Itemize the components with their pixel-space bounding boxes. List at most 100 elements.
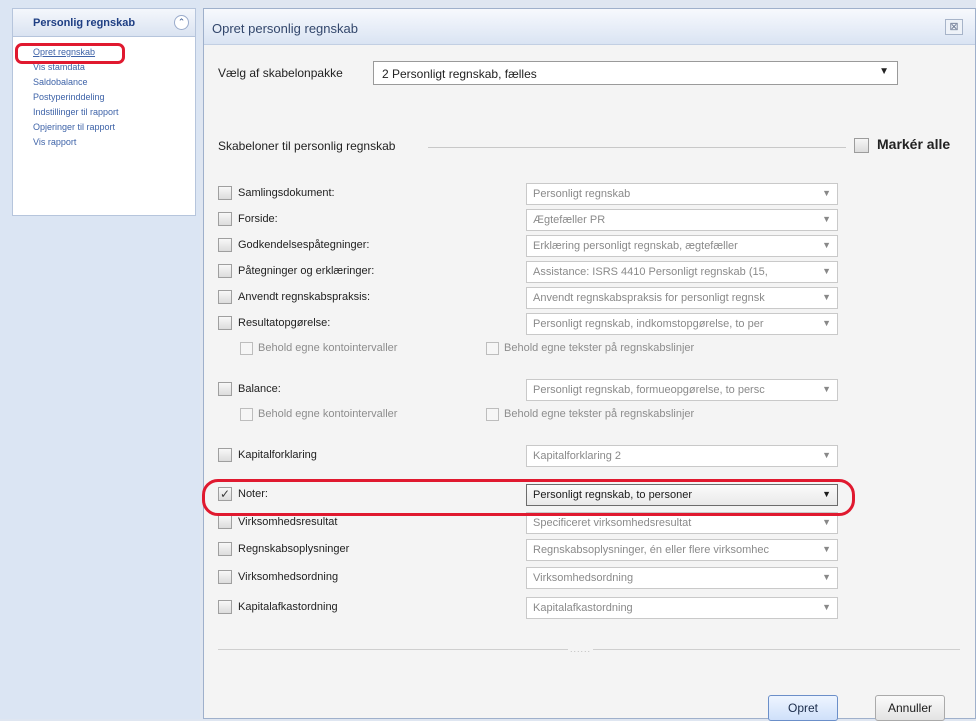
label-resultatopgoerelse: Resultatopgørelse: [238,317,331,329]
checkbox-godkendelsespaategninger[interactable] [218,238,232,252]
select-regnskabsoplysninger[interactable]: Regnskabsoplysninger, én eller flere vir… [526,539,838,561]
select-virksomhedsordning[interactable]: Virksomhedsordning ▼ [526,567,838,589]
label-balance: Balance: [238,383,281,395]
label-samlingsdokument: Samlingsdokument: [238,187,335,199]
separator-mark: ...... [568,644,594,654]
checkbox-resultatopgoerelse[interactable] [218,316,232,330]
template-row-kapitalafkastordning: Kapitalafkastordning Kapitalafkastordnin… [218,597,838,620]
dropdown-arrow-icon: ▼ [822,318,831,328]
cancel-button[interactable]: Annuller [875,695,945,721]
dialog-titlebar: Opret personlig regnskab ⊠ [204,9,975,45]
label-resultat-keep-texts: Behold egne tekster på regnskabslinjer [504,342,695,354]
label-virksomhedsordning: Virksomhedsordning [238,571,339,583]
label-balance-keep-intervals: Behold egne kontointervaller [258,408,398,420]
panel-header: Personlig regnskab ⌃ [13,9,195,37]
select-value: Personligt regnskab [533,188,631,200]
select-value: Erklæring personligt regnskab, ægtefælle… [533,240,738,252]
sidebar-item-vis-rapport[interactable]: Vis rapport [33,135,195,150]
checkbox-virksomhedsresultat[interactable] [218,515,232,529]
checkbox-kapitalforklaring[interactable] [218,448,232,462]
checkbox-resultat-keep-intervals[interactable] [240,342,253,355]
sidebar-item-indstillinger[interactable]: Indstillinger til rapport [33,105,195,120]
dropdown-arrow-icon: ▼ [822,450,831,460]
mark-all-checkbox[interactable] [854,138,869,153]
sidebar-item-opjeringer[interactable]: Opjeringer til rapport [33,120,195,135]
checkbox-samlingsdokument[interactable] [218,186,232,200]
label-forside: Forside: [238,213,278,225]
checkbox-balance-keep-texts[interactable] [486,408,499,421]
create-button[interactable]: Opret [768,695,838,721]
template-row-forside: Forside: Ægtefæller PR ▼ [218,209,838,232]
package-select[interactable]: 2 Personligt regnskab, fælles ▼ [373,61,898,85]
select-balance[interactable]: Personligt regnskab, formueopgørelse, to… [526,379,838,401]
collapse-chevron-icon[interactable]: ⌃ [174,15,189,30]
select-value: Virksomhedsordning [533,572,634,584]
dropdown-arrow-icon: ▼ [822,544,831,554]
label-paategninger: Påtegninger og erklæringer: [238,265,375,277]
select-samlingsdokument[interactable]: Personligt regnskab ▼ [526,183,838,205]
select-paategninger[interactable]: Assistance: ISRS 4410 Personligt regnska… [526,261,838,283]
label-balance-keep-texts: Behold egne tekster på regnskabslinjer [504,408,695,420]
section-label: Skabeloner til personlig regnskab [218,139,402,153]
select-kapitalforklaring[interactable]: Kapitalforklaring 2 ▼ [526,445,838,467]
package-label: Vælg af skabelonpakke [218,66,343,80]
label-regnskabsoplysninger: Regnskabsoplysninger [238,543,350,555]
panel-title: Personlig regnskab [33,17,136,29]
template-row-virksomhedsordning: Virksomhedsordning Virksomhedsordning ▼ [218,567,838,590]
dialog-title: Opret personlig regnskab [212,21,358,36]
label-virksomhedsresultat: Virksomhedsresultat [238,516,338,528]
select-value: Anvendt regnskabspraksis for personligt … [533,292,765,304]
mark-all-label: Markér alle [877,136,951,152]
select-value: Personligt regnskab, indkomstopgørelse, … [533,318,764,330]
dropdown-arrow-icon: ▼ [822,240,831,250]
checkbox-virksomhedsordning[interactable] [218,570,232,584]
package-value: 2 Personligt regnskab, fælles [382,67,537,81]
dropdown-arrow-icon: ▼ [822,188,831,198]
dropdown-arrow-icon: ▼ [822,292,831,302]
checkbox-forside[interactable] [218,212,232,226]
resultat-suboptions: Behold egne kontointervaller Behold egne… [240,340,840,360]
select-value: Specificeret virksomhedsresultat [533,517,692,529]
checkbox-kapitalafkastordning[interactable] [218,600,232,614]
select-value: Kapitalafkastordning [533,602,633,614]
template-row-godkendelsespaategninger: Godkendelsespåtegninger: Erklæring perso… [218,235,838,258]
dropdown-arrow-icon: ▼ [822,214,831,224]
section-divider [428,147,846,148]
templates-section-header: Skabeloner til personlig regnskab Markér… [218,136,968,159]
template-row-regnskabsoplysninger: Regnskabsoplysninger Regnskabsoplysninge… [218,539,838,562]
checkbox-balance-keep-intervals[interactable] [240,408,253,421]
select-value: Personligt regnskab, formueopgørelse, to… [533,384,765,396]
checkbox-resultat-keep-texts[interactable] [486,342,499,355]
select-forside[interactable]: Ægtefæller PR ▼ [526,209,838,231]
template-row-kapitalforklaring: Kapitalforklaring Kapitalforklaring 2 ▼ [218,445,838,468]
annotation-highlight-noter [202,479,855,516]
checkbox-balance[interactable] [218,382,232,396]
select-value: Regnskabsoplysninger, én eller flere vir… [533,544,770,556]
select-regnskabspraksis[interactable]: Anvendt regnskabspraksis for personligt … [526,287,838,309]
annotation-highlight-sidebar [15,43,125,64]
label-godkendelsespaategninger: Godkendelsespåtegninger: [238,239,370,251]
checkbox-regnskabsoplysninger[interactable] [218,542,232,556]
bottom-divider: ...... [218,644,960,654]
select-value: Ægtefæller PR [533,214,606,226]
template-row-balance: Balance: Personligt regnskab, formueopgø… [218,379,838,402]
checkbox-regnskabspraksis[interactable] [218,290,232,304]
dropdown-arrow-icon: ▼ [822,384,831,394]
create-dialog: Opret personlig regnskab ⊠ Vælg af skabe… [203,8,976,721]
template-row-regnskabspraksis: Anvendt regnskabspraksis: Anvendt regnsk… [218,287,838,310]
select-resultatopgoerelse[interactable]: Personligt regnskab, indkomstopgørelse, … [526,313,838,335]
close-icon[interactable]: ⊠ [945,19,963,35]
dropdown-arrow-icon: ▼ [822,602,831,612]
select-godkendelsespaategninger[interactable]: Erklæring personligt regnskab, ægtefælle… [526,235,838,257]
balance-suboptions: Behold egne kontointervaller Behold egne… [240,406,840,426]
dropdown-arrow-icon: ▼ [879,66,889,77]
dropdown-arrow-icon: ▼ [822,266,831,276]
select-kapitalafkastordning[interactable]: Kapitalafkastordning ▼ [526,597,838,619]
select-value: Assistance: ISRS 4410 Personligt regnska… [533,266,768,278]
select-value: Kapitalforklaring 2 [533,450,622,462]
checkbox-paategninger[interactable] [218,264,232,278]
dropdown-arrow-icon: ▼ [822,572,831,582]
sidebar-item-postyperinddeling[interactable]: Postyperinddeling [33,90,195,105]
template-row-samlingsdokument: Samlingsdokument: Personligt regnskab ▼ [218,183,838,206]
sidebar-item-saldobalance[interactable]: Saldobalance [33,75,195,90]
